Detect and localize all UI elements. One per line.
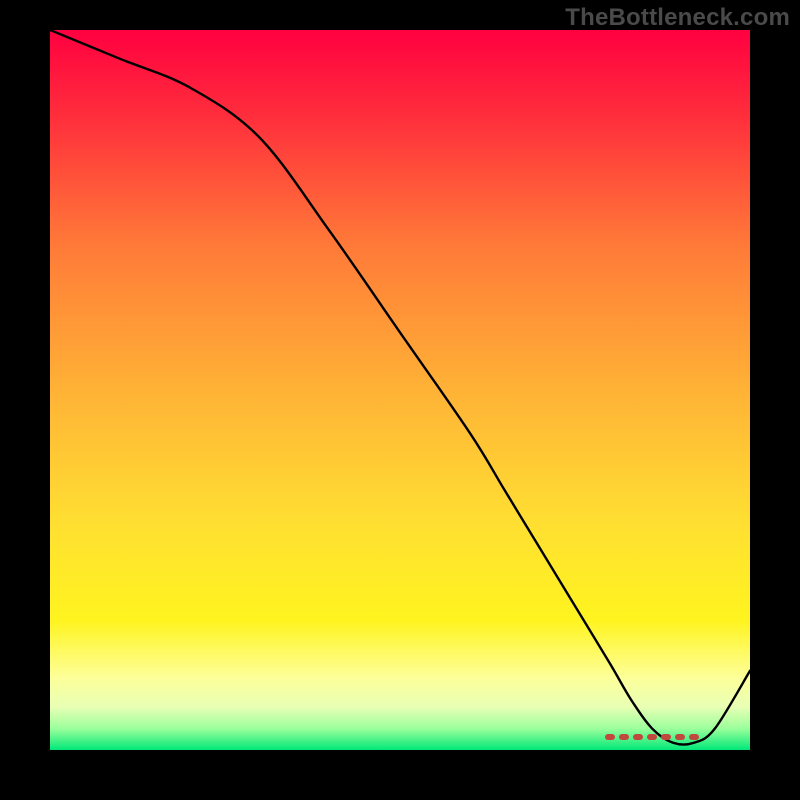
chart-frame: TheBottleneck.com xyxy=(0,0,800,800)
watermark-text: TheBottleneck.com xyxy=(565,4,790,32)
plot-area xyxy=(50,30,750,750)
gradient-bg xyxy=(50,30,750,750)
gradient-rect xyxy=(50,30,750,750)
